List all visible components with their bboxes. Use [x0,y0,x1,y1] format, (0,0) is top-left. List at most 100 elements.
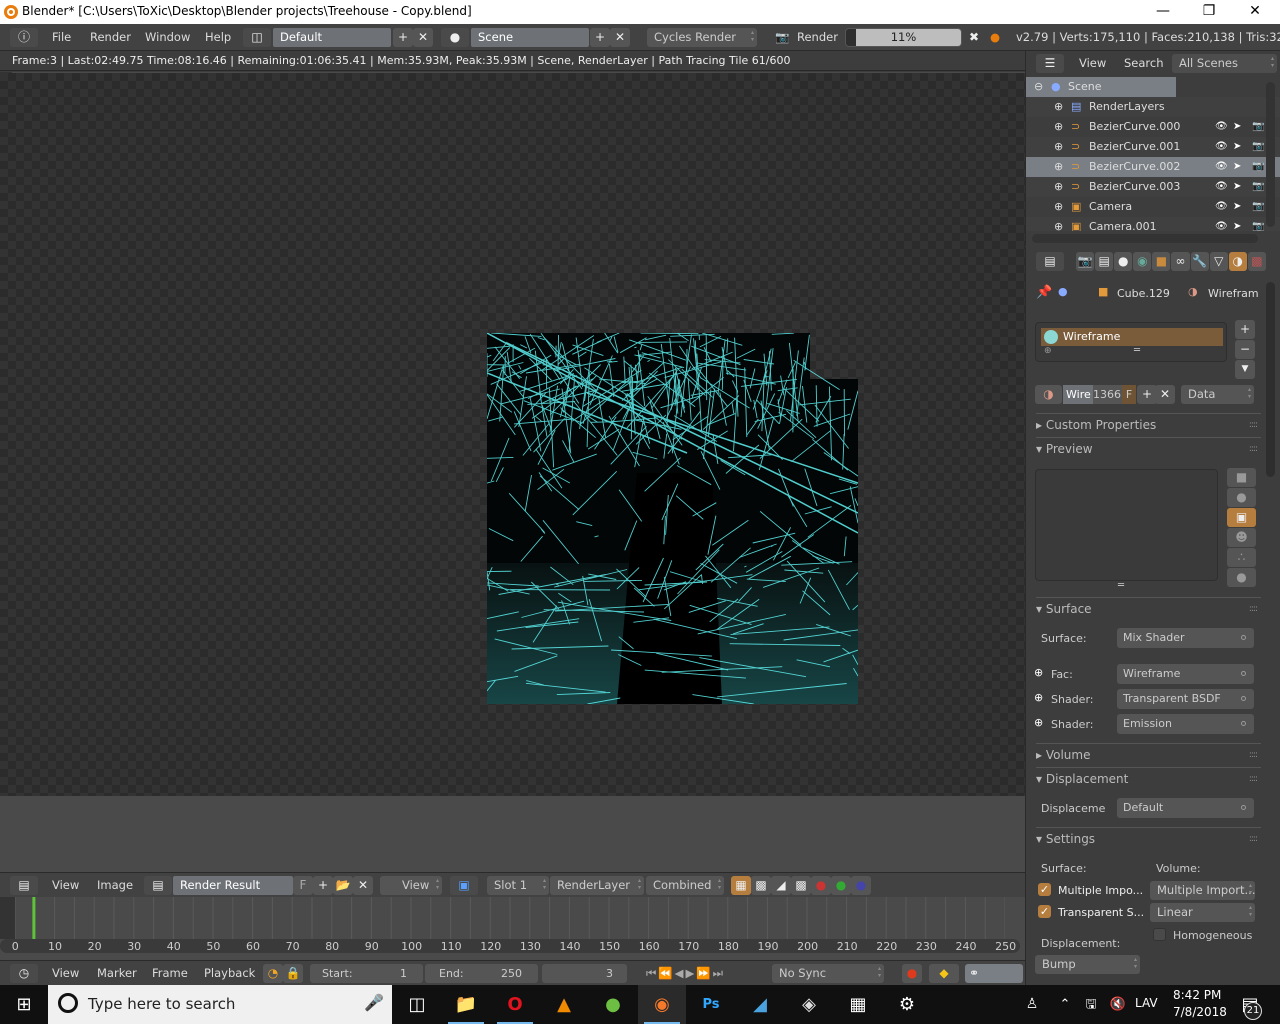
transparent-shadows-checkbox[interactable]: ✓ [1038,905,1051,918]
renderable-camera-icon[interactable]: 📷 [1252,117,1264,137]
minimize-button[interactable]: — [1140,0,1186,24]
outliner-item[interactable]: ⊕ ▤ RenderLayers [1026,97,1280,117]
end-frame-field[interactable]: End: 250 [425,964,538,983]
fac-expand-icon[interactable]: ⊕ [1034,666,1043,679]
pivot-icon[interactable]: ▣ [450,876,478,895]
record-keyframe-button[interactable]: ● [902,964,922,983]
displacement-input-field[interactable]: Default [1117,798,1254,818]
menu-image[interactable]: Image [97,875,133,895]
material-name-field[interactable]: Wire [1063,385,1093,404]
outliner-item[interactable]: ⊕ ▣ Camera 👁 ➤ 📷 [1026,197,1280,217]
shader2-input-field[interactable]: Emission [1117,714,1254,734]
preview-flat-icon[interactable]: ■ [1227,468,1256,487]
expand-icon[interactable]: ⊕ [1054,117,1063,137]
image-browse-icon[interactable]: ▤ [144,876,172,895]
outliner-item[interactable]: ⊕ ⊃ BezierCurve.001 👁 ➤ 📷 [1026,137,1280,157]
unlink-material-button[interactable]: ✕ [1155,385,1175,404]
color-icon[interactable]: ▩ [751,876,771,895]
tab-render-layers-icon[interactable]: ▤ [1095,252,1114,271]
keying-set-field[interactable]: ⚭ [965,964,1023,983]
renderable-camera-icon[interactable]: 📷 [1252,217,1264,231]
microphone-icon[interactable]: 🎤 [364,993,384,1012]
remove-layout-button[interactable]: ✕ [413,28,433,47]
sync-mode-dropdown[interactable]: No Sync [772,964,884,983]
renderable-camera-icon[interactable]: 📷 [1252,157,1264,177]
list-resize-handle[interactable]: ═ [1134,345,1140,356]
expand-icon[interactable]: ⊕ [1054,157,1063,177]
renderable-camera-icon[interactable]: 📷 [1252,197,1264,217]
collapse-icon[interactable]: ⊖ [1034,77,1043,97]
close-button[interactable]: ✕ [1232,0,1278,24]
clock-date[interactable]: 7/8/2018 [1173,1005,1227,1019]
tab-material-icon[interactable]: ◑ [1228,252,1247,271]
outliner-display-mode[interactable]: All Scenes [1172,54,1277,73]
panel-custom-properties[interactable]: ▸ Custom Properties:::: [1036,413,1261,435]
outliner-item[interactable]: ⊕ ⊃ BezierCurve.002 👁 ➤ 📷 [1026,157,1280,177]
menu-help[interactable]: Help [205,27,231,47]
selectable-cursor-icon[interactable]: ➤ [1233,217,1241,231]
maximize-button[interactable]: ❐ [1186,0,1232,24]
material-specials-button[interactable]: ▼ [1235,360,1255,379]
outliner-item[interactable]: ⊕ ⊃ BezierCurve.000 👁 ➤ 📷 [1026,117,1280,137]
shader1-input-field[interactable]: Transparent BSDF [1117,689,1254,709]
visibility-eye-icon[interactable]: 👁 [1215,137,1228,157]
image-name-field[interactable]: Render Result [173,876,293,895]
new-image-button[interactable]: + [313,876,333,895]
playback-controls[interactable]: ⏮⏪◀▶⏩⏭ [646,963,725,983]
panel-volume[interactable]: ▸ Volume:::: [1036,743,1261,765]
scene-field[interactable]: Scene [471,28,589,47]
volume-interpolation-dropdown[interactable]: Linear [1150,903,1255,922]
timeline-grid[interactable] [15,897,1005,939]
material-link-dropdown[interactable]: Data [1181,385,1254,404]
keying-set-icon[interactable]: ◆ [929,964,959,983]
preview-range-icon[interactable]: ◔ [263,964,283,983]
utorrent-icon[interactable]: ● [589,985,637,1024]
photoshop-icon[interactable]: Ps [687,985,735,1024]
multiple-importance-checkbox[interactable]: ✓ [1038,883,1051,896]
material-slot-item[interactable]: Wireframe [1041,328,1223,346]
tab-world-icon[interactable]: ◉ [1133,252,1152,271]
visibility-eye-icon[interactable]: 👁 [1215,197,1228,217]
outliner-item[interactable]: ⊕ ⊃ BezierCurve.003 👁 ➤ 📷 [1026,177,1280,197]
blue-channel-icon[interactable]: ● [851,876,871,895]
renderable-camera-icon[interactable]: 📷 [1252,177,1264,197]
add-layout-button[interactable]: + [393,28,413,47]
tab-data-icon[interactable]: ▽ [1209,252,1228,271]
expand-icon[interactable]: ⊕ [1054,177,1063,197]
menu-render[interactable]: Render [90,27,131,47]
expand-icon[interactable]: ⊕ [1054,217,1063,231]
shader2-expand-icon[interactable]: ⊕ [1034,716,1043,729]
expand-icon[interactable]: ⊕ [1054,97,1063,117]
file-explorer-icon[interactable]: 📁 [442,985,490,1024]
network-icon[interactable]: 🖫 [1076,985,1106,1024]
shader1-expand-icon[interactable]: ⊕ [1034,691,1043,704]
tab-object-icon[interactable]: ■ [1152,252,1171,271]
start-frame-field[interactable]: Start: 1 [310,964,423,983]
renderable-camera-icon[interactable]: 📷 [1252,137,1264,157]
red-channel-icon[interactable]: ● [811,876,831,895]
panel-settings[interactable]: ▾ Settings:::: [1036,827,1261,849]
menu-file[interactable]: File [52,27,71,47]
timeline-menu-view[interactable]: View [52,963,79,983]
material-users-count[interactable]: 1366 [1093,385,1123,404]
panel-preview[interactable]: ▾ Preview:::: [1036,437,1261,459]
selectable-cursor-icon[interactable]: ➤ [1233,197,1241,217]
material-browse-icon[interactable]: ◑ [1035,385,1062,404]
outliner-menu-search[interactable]: Search [1124,53,1164,73]
remove-scene-button[interactable]: ✕ [610,28,630,47]
taskbar-search-box[interactable]: Type here to search 🎤 [48,985,392,1024]
preview-resize-handle[interactable]: ═ [1118,580,1124,591]
preview-monkey-icon[interactable]: ☻ [1227,528,1256,547]
info-editor-type-icon[interactable]: ⓘ [10,28,38,47]
visibility-eye-icon[interactable]: 👁 [1215,117,1228,137]
timeline-ruler[interactable]: 0 10 20 30 40 50 60 70 80 90 100 110 120 130 140 150 160… [0,939,1020,953]
menu-view[interactable]: View [52,875,79,895]
selectable-cursor-icon[interactable]: ➤ [1233,117,1241,137]
tab-render-icon[interactable]: 📷 [1076,252,1095,271]
task-view-icon[interactable]: ◫ [393,985,441,1024]
properties-editor-type-icon[interactable]: ▤ [1036,252,1064,271]
timeline-menu-frame[interactable]: Frame [152,963,188,983]
video-editor-icon[interactable]: ◢ [736,985,784,1024]
tab-constraints-icon[interactable]: ∞ [1171,252,1190,271]
selectable-cursor-icon[interactable]: ➤ [1233,157,1241,177]
